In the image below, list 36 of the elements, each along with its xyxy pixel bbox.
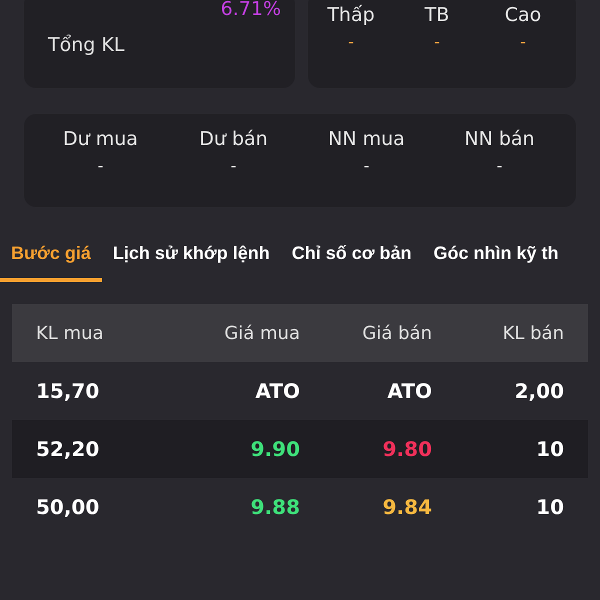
tab[interactable]: Bước giá <box>0 237 102 282</box>
tab[interactable]: Góc nhìn kỹ th <box>422 237 559 282</box>
table-cell-text: 9.88 <box>250 495 300 519</box>
stat-label: Dư bán <box>199 128 268 150</box>
range-value: - <box>348 32 354 51</box>
stat-label: Dư mua <box>63 128 138 150</box>
column-header: Giá mua <box>223 322 300 344</box>
tab[interactable]: Chỉ số cơ bản <box>280 237 423 282</box>
tab[interactable]: Lịch sử khớp lệnh <box>102 237 281 282</box>
table-cell-text: 9.90 <box>250 437 300 461</box>
stat-value: - <box>98 156 104 175</box>
total-volume-label: Tổng KL <box>48 34 126 56</box>
stat-value: - <box>364 156 370 175</box>
range-value: - <box>434 32 440 51</box>
table-cell-text: 10 <box>535 437 564 461</box>
table-cell-text: ATO <box>386 379 432 403</box>
range-label: Thấp <box>327 4 375 26</box>
stat-label: NN bán <box>464 128 535 150</box>
table-cell-text: 9.80 <box>382 437 432 461</box>
stat-value: - <box>496 156 502 175</box>
table-cell-text: 15,70 <box>36 379 100 403</box>
table-cell-text: 10 <box>535 495 564 519</box>
table-cell-text: 2,00 <box>514 379 564 403</box>
change-percent: 6.71% <box>220 0 281 20</box>
stat-value: - <box>230 156 236 175</box>
table-cell-text: 50,00 <box>36 495 100 519</box>
column-header: Giá bán <box>361 322 432 344</box>
range-label: TB <box>424 4 450 26</box>
column-header: KL mua <box>36 322 105 344</box>
table-cell-text: 9.84 <box>382 495 432 519</box>
range-label: Cao <box>504 4 542 26</box>
column-header: KL bán <box>502 322 564 344</box>
table-cell-text: ATO <box>254 379 300 403</box>
stat-label: NN mua <box>328 128 405 150</box>
range-value: - <box>520 32 526 51</box>
table-cell-text: 52,20 <box>36 437 100 461</box>
